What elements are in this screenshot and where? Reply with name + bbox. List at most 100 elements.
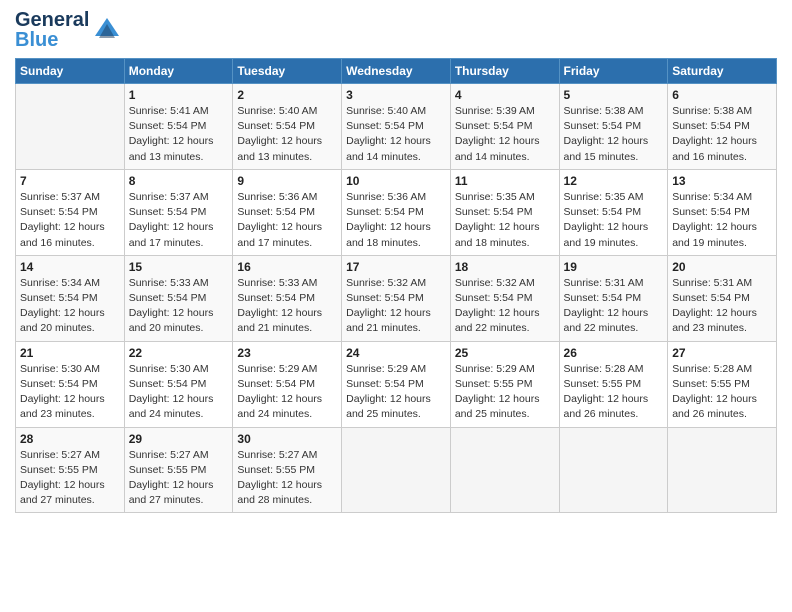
calendar-cell: 27Sunrise: 5:28 AM Sunset: 5:55 PM Dayli… xyxy=(668,341,777,427)
calendar-cell: 21 Sunrise: 5:30 AM Sunset: 5:54 PM Dayli… xyxy=(16,341,125,427)
calendar-cell: 13 Sunrise: 5:34 AM Sunset: 5:54 PM Dayli… xyxy=(668,169,777,255)
day-number: 4 xyxy=(455,88,555,102)
calendar-cell: 8 Sunrise: 5:37 AM Sunset: 5:54 PM Daylig… xyxy=(124,169,233,255)
weekday-header-thursday: Thursday xyxy=(450,59,559,84)
day-number: 10 xyxy=(346,174,446,188)
day-info: Sunrise: 5:41 AM Sunset: 5:54 PM Dayligh… xyxy=(129,104,229,165)
day-info: Sunrise: 5:33 AM Sunset: 5:54 PM Dayligh… xyxy=(129,276,229,337)
weekday-header-wednesday: Wednesday xyxy=(342,59,451,84)
day-info: Sunrise: 5:35 AM Sunset: 5:54 PM Dayligh… xyxy=(564,190,664,251)
calendar-week-3: 14Sunrise: 5:34 AM Sunset: 5:54 PM Dayli… xyxy=(16,255,777,341)
day-info: Sunrise: 5:28 AM Sunset: 5:55 PM Dayligh… xyxy=(564,362,664,423)
day-info: Sunrise: 5:31 AM Sunset: 5:54 PM Dayligh… xyxy=(672,276,772,337)
day-number: 28 xyxy=(20,432,120,446)
calendar-cell: 9Sunrise: 5:36 AM Sunset: 5:54 PM Daylig… xyxy=(233,169,342,255)
day-info: Sunrise: 5:36 AM Sunset: 5:54 PM Dayligh… xyxy=(346,190,446,251)
calendar-cell: 4 Sunrise: 5:39 AM Sunset: 5:54 PM Daylig… xyxy=(450,84,559,170)
calendar-week-2: 7 Sunrise: 5:37 AM Sunset: 5:54 PM Daylig… xyxy=(16,169,777,255)
calendar-cell xyxy=(342,427,451,513)
calendar-cell: 2 Sunrise: 5:40 AM Sunset: 5:54 PM Daylig… xyxy=(233,84,342,170)
weekday-header-monday: Monday xyxy=(124,59,233,84)
header: General Blue xyxy=(15,10,777,50)
day-number: 12 xyxy=(564,174,664,188)
day-number: 8 xyxy=(129,174,229,188)
day-info: Sunrise: 5:29 AM Sunset: 5:54 PM Dayligh… xyxy=(237,362,337,423)
calendar-cell: 29Sunrise: 5:27 AM Sunset: 5:55 PM Dayli… xyxy=(124,427,233,513)
day-info: Sunrise: 5:30 AM Sunset: 5:54 PM Dayligh… xyxy=(129,362,229,423)
calendar-cell xyxy=(450,427,559,513)
day-number: 11 xyxy=(455,174,555,188)
day-info: Sunrise: 5:39 AM Sunset: 5:54 PM Dayligh… xyxy=(455,104,555,165)
day-info: Sunrise: 5:33 AM Sunset: 5:54 PM Dayligh… xyxy=(237,276,337,337)
day-number: 17 xyxy=(346,260,446,274)
calendar-cell: 15 Sunrise: 5:33 AM Sunset: 5:54 PM Dayli… xyxy=(124,255,233,341)
day-info: Sunrise: 5:27 AM Sunset: 5:55 PM Dayligh… xyxy=(129,448,229,509)
day-info: Sunrise: 5:40 AM Sunset: 5:54 PM Dayligh… xyxy=(237,104,337,165)
day-number: 22 xyxy=(129,346,229,360)
day-number: 21 xyxy=(20,346,120,360)
calendar-cell: 11 Sunrise: 5:35 AM Sunset: 5:54 PM Dayli… xyxy=(450,169,559,255)
calendar-cell: 30 Sunrise: 5:27 AM Sunset: 5:55 PM Dayli… xyxy=(233,427,342,513)
logo-general: General xyxy=(15,10,89,30)
day-number: 26 xyxy=(564,346,664,360)
calendar-cell: 25Sunrise: 5:29 AM Sunset: 5:55 PM Dayli… xyxy=(450,341,559,427)
day-info: Sunrise: 5:32 AM Sunset: 5:54 PM Dayligh… xyxy=(455,276,555,337)
calendar-cell: 16 Sunrise: 5:33 AM Sunset: 5:54 PM Dayli… xyxy=(233,255,342,341)
day-number: 13 xyxy=(672,174,772,188)
calendar-cell xyxy=(559,427,668,513)
day-info: Sunrise: 5:38 AM Sunset: 5:54 PM Dayligh… xyxy=(672,104,772,165)
day-number: 6 xyxy=(672,88,772,102)
day-number: 5 xyxy=(564,88,664,102)
logo-icon xyxy=(93,16,121,44)
calendar-cell: 14Sunrise: 5:34 AM Sunset: 5:54 PM Dayli… xyxy=(16,255,125,341)
calendar-cell: 20 Sunrise: 5:31 AM Sunset: 5:54 PM Dayli… xyxy=(668,255,777,341)
calendar-cell: 5 Sunrise: 5:38 AM Sunset: 5:54 PM Daylig… xyxy=(559,84,668,170)
weekday-header-sunday: Sunday xyxy=(16,59,125,84)
calendar-cell: 12 Sunrise: 5:35 AM Sunset: 5:54 PM Dayli… xyxy=(559,169,668,255)
weekday-header-saturday: Saturday xyxy=(668,59,777,84)
day-number: 24 xyxy=(346,346,446,360)
day-info: Sunrise: 5:30 AM Sunset: 5:54 PM Dayligh… xyxy=(20,362,120,423)
day-number: 16 xyxy=(237,260,337,274)
day-info: Sunrise: 5:35 AM Sunset: 5:54 PM Dayligh… xyxy=(455,190,555,251)
calendar-cell: 3Sunrise: 5:40 AM Sunset: 5:54 PM Daylig… xyxy=(342,84,451,170)
day-info: Sunrise: 5:38 AM Sunset: 5:54 PM Dayligh… xyxy=(564,104,664,165)
day-number: 14 xyxy=(20,260,120,274)
day-info: Sunrise: 5:32 AM Sunset: 5:54 PM Dayligh… xyxy=(346,276,446,337)
logo: General Blue xyxy=(15,10,121,50)
day-info: Sunrise: 5:37 AM Sunset: 5:54 PM Dayligh… xyxy=(20,190,120,251)
calendar-cell xyxy=(16,84,125,170)
day-info: Sunrise: 5:36 AM Sunset: 5:54 PM Dayligh… xyxy=(237,190,337,251)
calendar-week-5: 28 Sunrise: 5:27 AM Sunset: 5:55 PM Dayli… xyxy=(16,427,777,513)
calendar-cell: 1 Sunrise: 5:41 AM Sunset: 5:54 PM Daylig… xyxy=(124,84,233,170)
day-number: 2 xyxy=(237,88,337,102)
day-number: 20 xyxy=(672,260,772,274)
calendar-cell: 22 Sunrise: 5:30 AM Sunset: 5:54 PM Dayli… xyxy=(124,341,233,427)
day-number: 1 xyxy=(129,88,229,102)
calendar-week-4: 21 Sunrise: 5:30 AM Sunset: 5:54 PM Dayli… xyxy=(16,341,777,427)
calendar-cell: 24 Sunrise: 5:29 AM Sunset: 5:54 PM Dayli… xyxy=(342,341,451,427)
day-info: Sunrise: 5:27 AM Sunset: 5:55 PM Dayligh… xyxy=(20,448,120,509)
day-info: Sunrise: 5:31 AM Sunset: 5:54 PM Dayligh… xyxy=(564,276,664,337)
calendar-cell: 10 Sunrise: 5:36 AM Sunset: 5:54 PM Dayli… xyxy=(342,169,451,255)
day-number: 19 xyxy=(564,260,664,274)
day-number: 3 xyxy=(346,88,446,102)
calendar-cell: 7 Sunrise: 5:37 AM Sunset: 5:54 PM Daylig… xyxy=(16,169,125,255)
day-number: 23 xyxy=(237,346,337,360)
logo-blue: Blue xyxy=(15,30,58,50)
weekday-header-friday: Friday xyxy=(559,59,668,84)
weekday-header-row: SundayMondayTuesdayWednesdayThursdayFrid… xyxy=(16,59,777,84)
day-info: Sunrise: 5:29 AM Sunset: 5:55 PM Dayligh… xyxy=(455,362,555,423)
day-info: Sunrise: 5:29 AM Sunset: 5:54 PM Dayligh… xyxy=(346,362,446,423)
day-info: Sunrise: 5:27 AM Sunset: 5:55 PM Dayligh… xyxy=(237,448,337,509)
day-number: 7 xyxy=(20,174,120,188)
day-info: Sunrise: 5:37 AM Sunset: 5:54 PM Dayligh… xyxy=(129,190,229,251)
calendar-cell: 6 Sunrise: 5:38 AM Sunset: 5:54 PM Daylig… xyxy=(668,84,777,170)
day-number: 15 xyxy=(129,260,229,274)
day-info: Sunrise: 5:28 AM Sunset: 5:55 PM Dayligh… xyxy=(672,362,772,423)
day-info: Sunrise: 5:34 AM Sunset: 5:54 PM Dayligh… xyxy=(672,190,772,251)
calendar-cell: 28 Sunrise: 5:27 AM Sunset: 5:55 PM Dayli… xyxy=(16,427,125,513)
calendar-cell xyxy=(668,427,777,513)
day-number: 18 xyxy=(455,260,555,274)
day-number: 30 xyxy=(237,432,337,446)
